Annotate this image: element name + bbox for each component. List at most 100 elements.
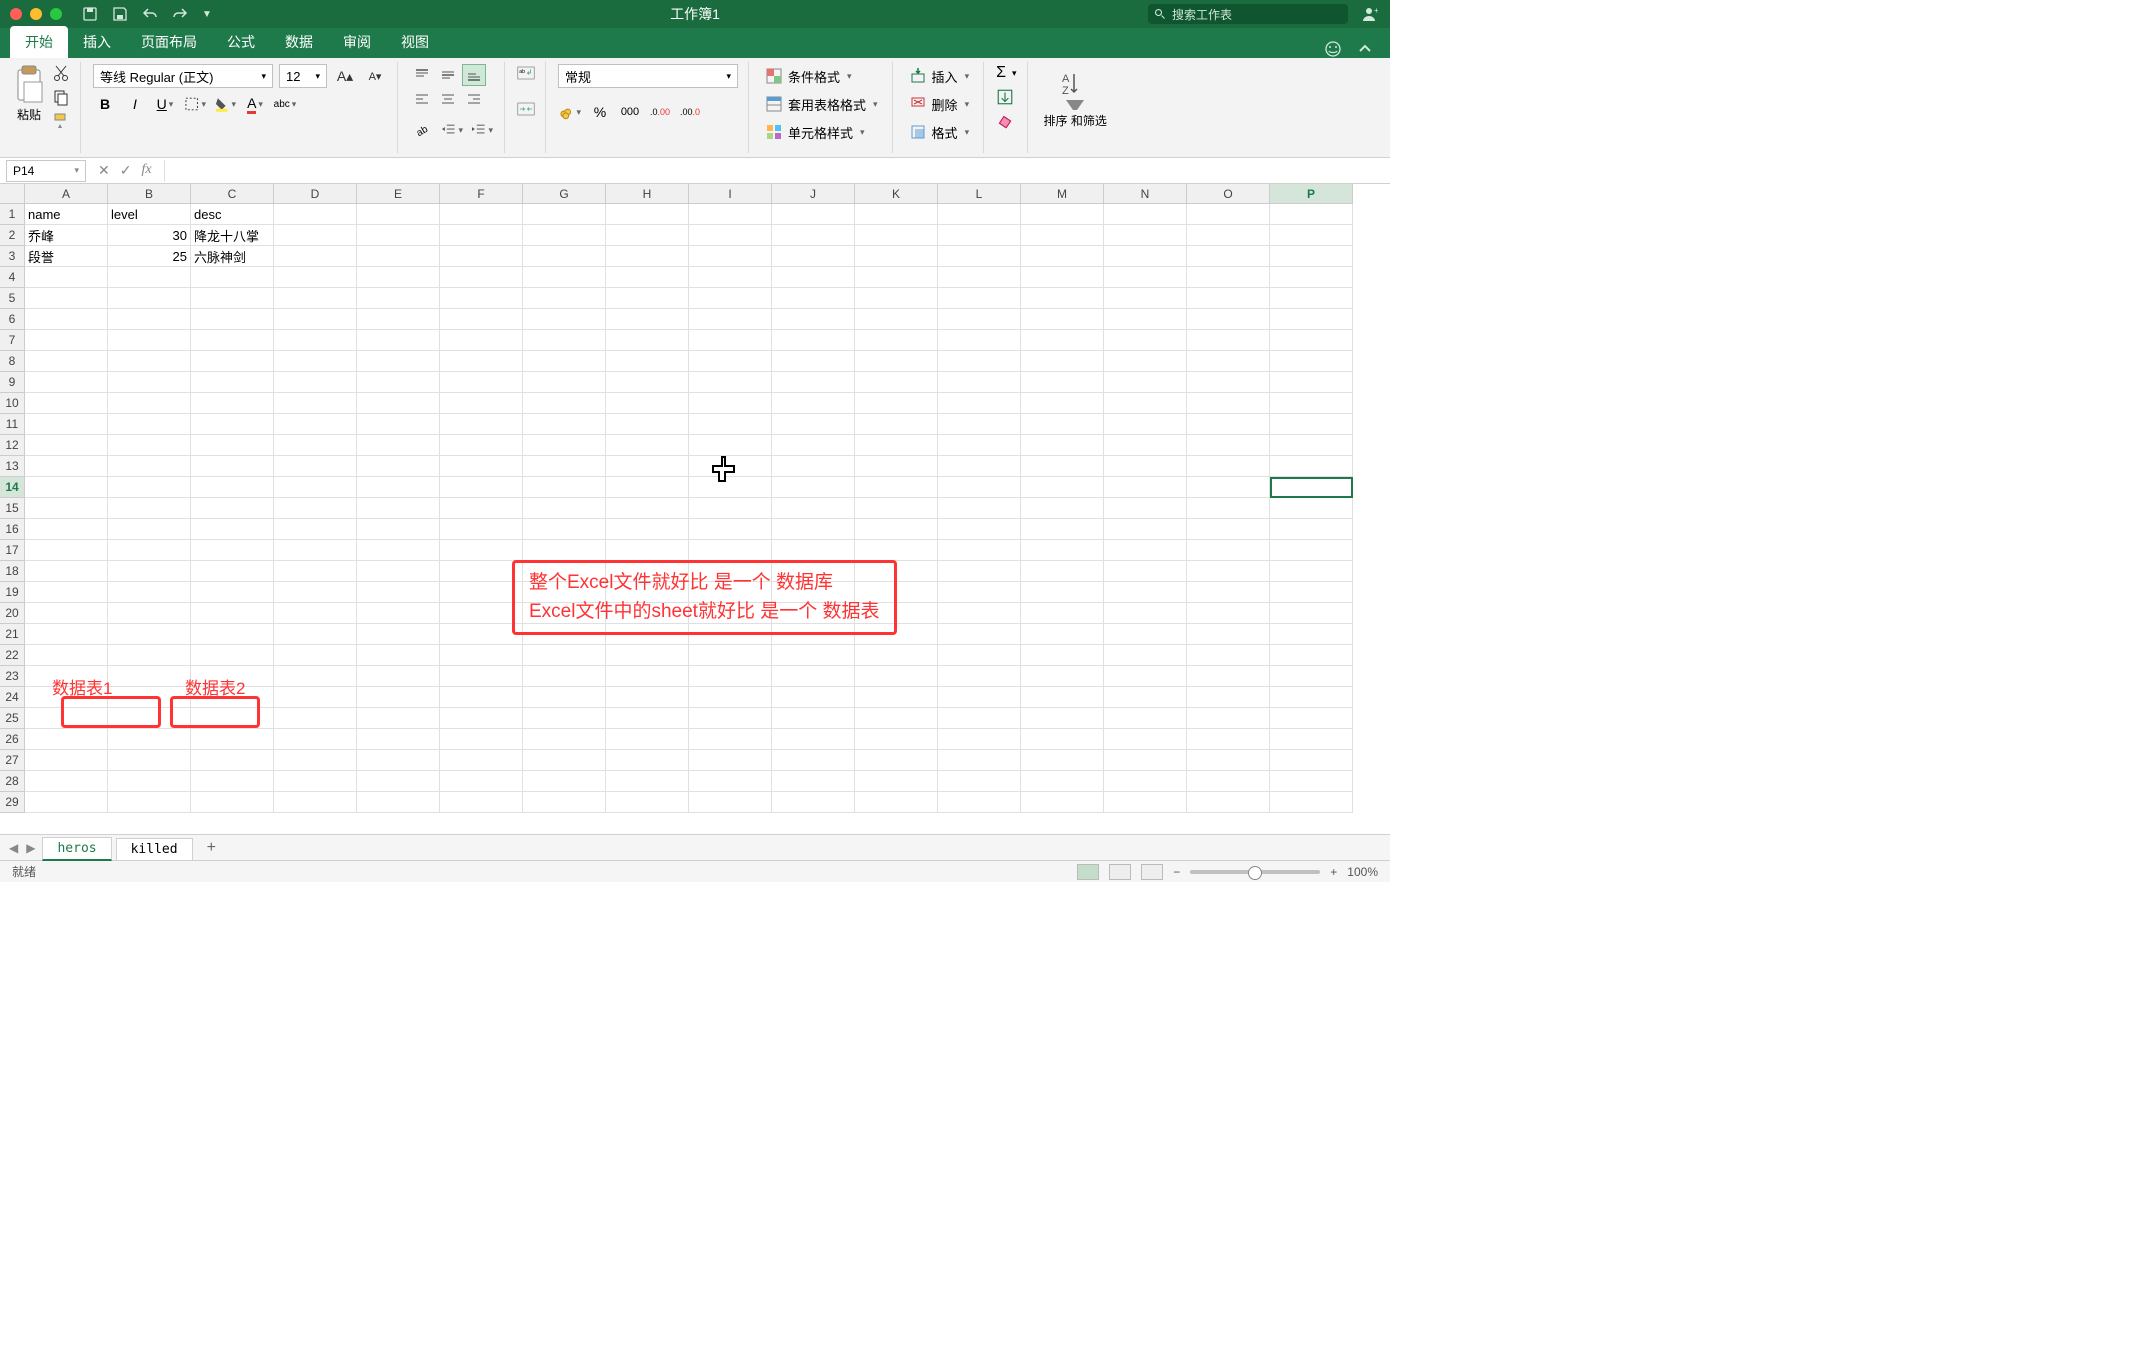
row-head-25[interactable]: 25 (0, 708, 25, 729)
cell-P15[interactable] (1270, 498, 1353, 519)
cell-K23[interactable] (855, 666, 938, 687)
cell-P8[interactable] (1270, 351, 1353, 372)
cell-I4[interactable] (689, 267, 772, 288)
wrap-text-icon[interactable]: ab (517, 64, 535, 82)
cell-B21[interactable] (108, 624, 191, 645)
cell-N1[interactable] (1104, 204, 1187, 225)
col-head-B[interactable]: B (108, 184, 191, 204)
confirm-edit-icon[interactable]: ✓ (120, 162, 132, 179)
cell-G7[interactable] (523, 330, 606, 351)
cell-B23[interactable] (108, 666, 191, 687)
cell-H6[interactable] (606, 309, 689, 330)
cell-A19[interactable] (25, 582, 108, 603)
cell-E27[interactable] (357, 750, 440, 771)
cell-C8[interactable] (191, 351, 274, 372)
tab-review[interactable]: 审阅 (328, 26, 386, 58)
cell-A9[interactable] (25, 372, 108, 393)
cell-H3[interactable] (606, 246, 689, 267)
row-head-22[interactable]: 22 (0, 645, 25, 666)
cell-B22[interactable] (108, 645, 191, 666)
cell-K2[interactable] (855, 225, 938, 246)
cell-P23[interactable] (1270, 666, 1353, 687)
cell-N3[interactable] (1104, 246, 1187, 267)
cell-A21[interactable] (25, 624, 108, 645)
cell-K25[interactable] (855, 708, 938, 729)
cell-F27[interactable] (440, 750, 523, 771)
cell-H23[interactable] (606, 666, 689, 687)
cell-G11[interactable] (523, 414, 606, 435)
decrease-decimal-button[interactable]: .00.0 (678, 100, 702, 124)
cell-O23[interactable] (1187, 666, 1270, 687)
cell-M21[interactable] (1021, 624, 1104, 645)
cell-J3[interactable] (772, 246, 855, 267)
cell-P18[interactable] (1270, 561, 1353, 582)
increase-font-button[interactable]: A▴ (333, 64, 357, 88)
cell-N20[interactable] (1104, 603, 1187, 624)
cell-O18[interactable] (1187, 561, 1270, 582)
cell-C20[interactable] (191, 603, 274, 624)
cell-J25[interactable] (772, 708, 855, 729)
cell-L28[interactable] (938, 771, 1021, 792)
cell-B3[interactable]: 25 (108, 246, 191, 267)
cell-N7[interactable] (1104, 330, 1187, 351)
cell-N18[interactable] (1104, 561, 1187, 582)
cell-I29[interactable] (689, 792, 772, 813)
align-bottom-button[interactable] (462, 64, 486, 86)
cell-G6[interactable] (523, 309, 606, 330)
cell-N28[interactable] (1104, 771, 1187, 792)
cell-J17[interactable] (772, 540, 855, 561)
cell-D22[interactable] (274, 645, 357, 666)
cell-C6[interactable] (191, 309, 274, 330)
cell-styles-button[interactable]: 单元格样式 (761, 120, 882, 144)
view-page-break-button[interactable] (1141, 864, 1163, 880)
cell-A14[interactable] (25, 477, 108, 498)
cell-D10[interactable] (274, 393, 357, 414)
tab-home[interactable]: 开始 (10, 26, 68, 58)
cell-K10[interactable] (855, 393, 938, 414)
cell-H12[interactable] (606, 435, 689, 456)
cell-H5[interactable] (606, 288, 689, 309)
cell-L3[interactable] (938, 246, 1021, 267)
cell-J10[interactable] (772, 393, 855, 414)
cell-A4[interactable] (25, 267, 108, 288)
cell-G17[interactable] (523, 540, 606, 561)
cell-C19[interactable] (191, 582, 274, 603)
cell-B19[interactable] (108, 582, 191, 603)
cell-C7[interactable] (191, 330, 274, 351)
cell-E14[interactable] (357, 477, 440, 498)
cell-F29[interactable] (440, 792, 523, 813)
cell-B28[interactable] (108, 771, 191, 792)
cell-O10[interactable] (1187, 393, 1270, 414)
cell-G24[interactable] (523, 687, 606, 708)
cell-J27[interactable] (772, 750, 855, 771)
col-head-I[interactable]: I (689, 184, 772, 204)
format-cells-button[interactable]: 格式 (905, 120, 974, 144)
cell-A13[interactable] (25, 456, 108, 477)
cell-C27[interactable] (191, 750, 274, 771)
col-head-G[interactable]: G (523, 184, 606, 204)
cell-I28[interactable] (689, 771, 772, 792)
col-head-L[interactable]: L (938, 184, 1021, 204)
spreadsheet-grid[interactable]: ABCDEFGHIJKLMNOP 12345678910111213141516… (0, 184, 1390, 834)
cell-K3[interactable] (855, 246, 938, 267)
cell-F21[interactable] (440, 624, 523, 645)
cell-O28[interactable] (1187, 771, 1270, 792)
cell-O12[interactable] (1187, 435, 1270, 456)
cell-L8[interactable] (938, 351, 1021, 372)
cell-A22[interactable] (25, 645, 108, 666)
cell-M6[interactable] (1021, 309, 1104, 330)
col-head-N[interactable]: N (1104, 184, 1187, 204)
cell-M20[interactable] (1021, 603, 1104, 624)
cell-F2[interactable] (440, 225, 523, 246)
cell-B12[interactable] (108, 435, 191, 456)
cell-D4[interactable] (274, 267, 357, 288)
cell-I27[interactable] (689, 750, 772, 771)
cell-F15[interactable] (440, 498, 523, 519)
cell-C9[interactable] (191, 372, 274, 393)
cell-O7[interactable] (1187, 330, 1270, 351)
cell-L23[interactable] (938, 666, 1021, 687)
cell-D29[interactable] (274, 792, 357, 813)
cell-N9[interactable] (1104, 372, 1187, 393)
cell-E28[interactable] (357, 771, 440, 792)
cell-M15[interactable] (1021, 498, 1104, 519)
